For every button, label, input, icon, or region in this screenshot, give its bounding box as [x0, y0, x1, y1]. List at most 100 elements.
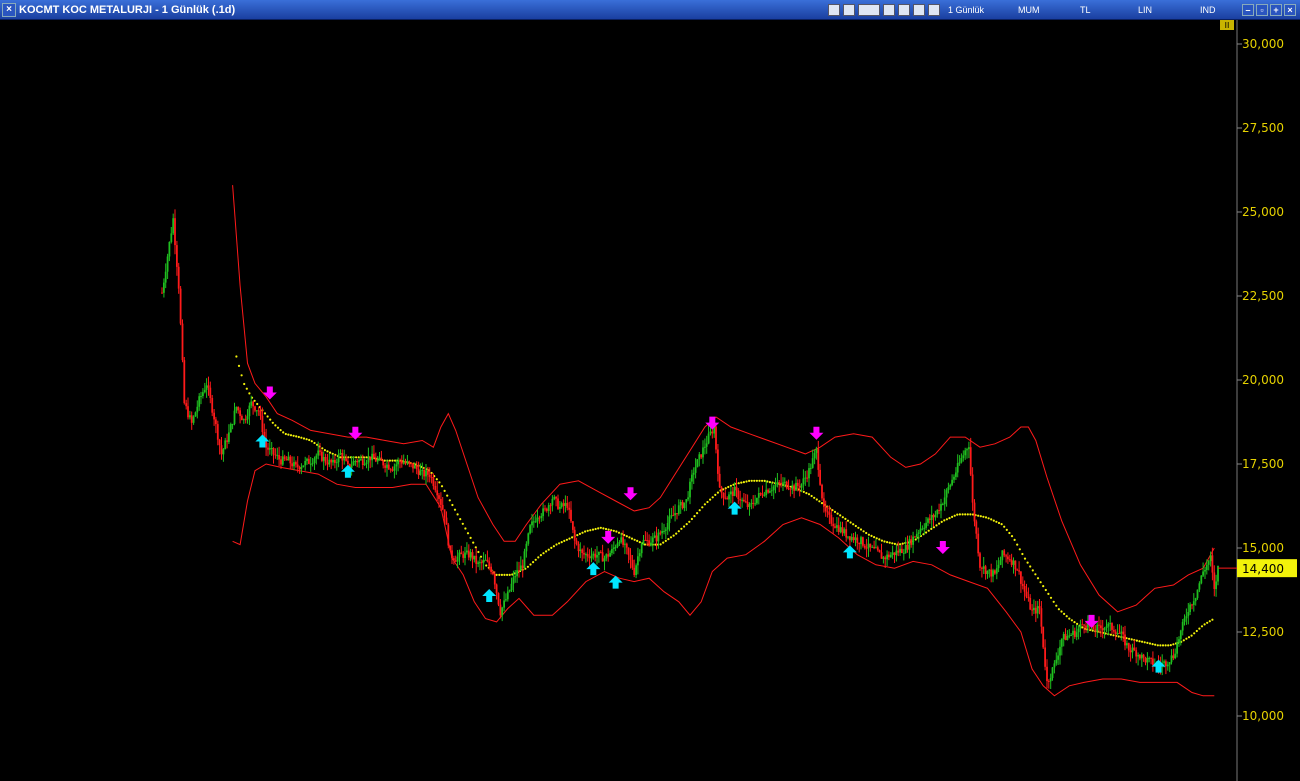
candle-up — [1146, 658, 1149, 663]
candle-down — [374, 458, 377, 462]
midline-dot — [815, 498, 818, 501]
midline-dot — [698, 509, 701, 512]
pdf-icon[interactable] — [843, 3, 855, 16]
candle-up — [1120, 631, 1123, 634]
compare-icon[interactable] — [883, 3, 895, 16]
candle-up — [756, 497, 758, 504]
candle-up — [1062, 634, 1065, 639]
indicator-menu[interactable]: IND — [1200, 5, 1236, 15]
candle-down — [655, 535, 658, 542]
midline-dot — [500, 573, 503, 577]
candle-down — [488, 561, 491, 567]
restore-icon[interactable]: ▫ — [1256, 3, 1268, 16]
midline-dot — [576, 534, 579, 537]
price-axis-badge-text: II — [1225, 21, 1230, 30]
candle-up — [850, 536, 853, 541]
midline-dot — [1193, 632, 1196, 635]
midline-dot — [339, 456, 342, 459]
candle-down — [347, 460, 349, 464]
candle-down — [1020, 571, 1022, 584]
candle-down — [1014, 560, 1017, 570]
midline-dot — [1057, 608, 1060, 611]
close-window-button[interactable]: × — [2, 2, 16, 17]
candle-down — [681, 502, 684, 509]
candle-down — [1144, 657, 1147, 663]
candle-down — [493, 573, 496, 585]
shapes-icon[interactable] — [913, 3, 925, 16]
minimize-icon[interactable]: – — [1242, 3, 1254, 16]
midline-dot — [578, 532, 582, 536]
midline-dot — [443, 489, 446, 492]
candle-down — [462, 554, 465, 558]
candle-up — [1059, 646, 1061, 656]
maximize-icon[interactable]: + — [1270, 3, 1282, 16]
candle-down — [1038, 606, 1041, 609]
candle-up — [255, 410, 258, 412]
currency-menu[interactable]: TL — [1080, 5, 1138, 15]
candle-down — [1142, 654, 1145, 658]
candle-up — [875, 547, 877, 549]
candle-up — [774, 485, 777, 487]
midline-dot — [1047, 592, 1050, 596]
candle-down — [1139, 654, 1141, 659]
midline-dot — [886, 541, 889, 544]
candle-up — [1105, 626, 1108, 628]
candle-up — [523, 551, 526, 569]
candle-up — [506, 591, 509, 600]
candle-down — [356, 461, 359, 463]
candle-down — [1029, 598, 1032, 610]
price-chart[interactable]: 10,000 12,500 15,000 17,500 20,000 22,500 25,0… — [0, 20, 1300, 781]
midline-dot — [768, 481, 772, 484]
midline-dot — [438, 481, 441, 484]
candle-up — [350, 465, 353, 468]
midline-dot — [534, 558, 537, 561]
candle-down — [1005, 555, 1007, 557]
candle-up — [482, 560, 485, 563]
period-menu[interactable]: 1 Günlük — [948, 5, 1018, 15]
candle-up — [1187, 612, 1190, 617]
midline-dot — [1068, 617, 1071, 620]
midline-dot — [1211, 618, 1214, 621]
candle-up — [640, 543, 643, 554]
candle-up — [791, 485, 794, 490]
candle-up — [815, 448, 818, 453]
candle-up — [763, 495, 766, 497]
candle-down — [1021, 583, 1024, 586]
midline-dot — [297, 435, 300, 439]
candle-up — [532, 521, 535, 523]
candle-down — [672, 515, 675, 517]
forward-icon[interactable] — [858, 3, 880, 16]
close-icon[interactable]: × — [1284, 3, 1296, 16]
candle-up — [809, 467, 812, 469]
chart-icon[interactable] — [828, 3, 840, 16]
midline-dot — [532, 561, 535, 564]
candle-up — [943, 497, 946, 505]
candle-up — [642, 539, 645, 544]
candle-down — [451, 550, 453, 559]
midline-dot — [873, 536, 876, 539]
midline-dot — [685, 523, 688, 526]
candle-up — [795, 482, 797, 491]
pencil-icon[interactable] — [898, 3, 910, 16]
candle-up — [921, 528, 924, 530]
midline-dot — [862, 530, 865, 533]
candle-up — [590, 555, 593, 559]
candle-down — [785, 481, 788, 488]
indicator-icon[interactable] — [928, 3, 940, 16]
candle-down — [423, 470, 425, 477]
candle-up — [540, 516, 543, 518]
candle-down — [793, 485, 795, 491]
chart-background — [0, 20, 1300, 781]
chart-type-menu[interactable]: MUM — [1018, 5, 1080, 15]
candle-up — [860, 537, 862, 545]
candle-up — [679, 502, 682, 506]
candle-down — [828, 512, 831, 515]
scale-menu[interactable]: LIN — [1138, 5, 1200, 15]
candle-down — [447, 524, 450, 546]
midline-dot — [300, 436, 303, 439]
candle-up — [371, 453, 373, 461]
midline-dot — [763, 479, 766, 482]
midline-dot — [945, 518, 949, 521]
candle-down — [572, 521, 574, 530]
midline-dot — [617, 531, 621, 534]
